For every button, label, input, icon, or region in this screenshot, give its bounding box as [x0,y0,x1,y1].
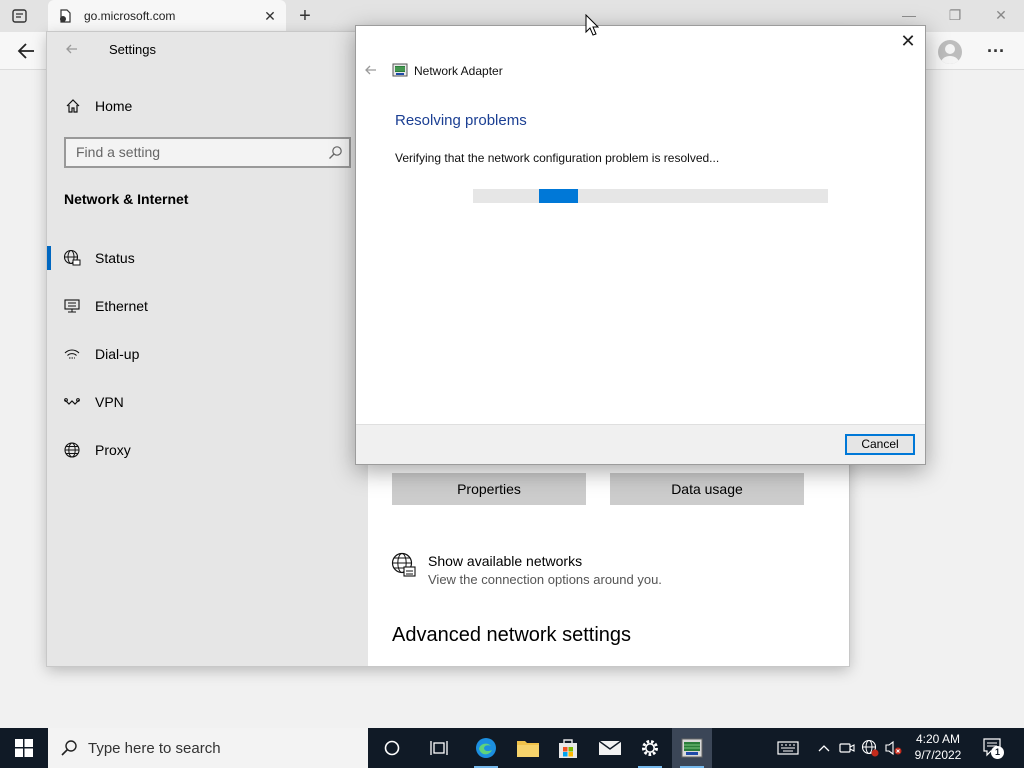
vpn-icon [63,393,81,411]
section-title: Network & Internet [64,191,189,207]
new-tab-button[interactable]: + [294,5,316,27]
cortana-button[interactable] [372,728,412,768]
taskbar-clock[interactable]: 4:20 AM 9/7/2022 [906,731,970,765]
profile-avatar[interactable] [938,40,962,64]
sidebar-item-proxy[interactable]: Proxy [47,433,368,467]
sidebar-item-dial-up[interactable]: Dial-up [47,337,368,371]
network-adapter-icon [681,738,703,758]
settings-gear-icon [642,740,658,756]
available-networks-icon [391,552,417,578]
chevron-up-icon[interactable] [815,739,833,757]
taskbar-app-store[interactable] [548,728,588,768]
settings-home-link[interactable]: Home [47,92,368,120]
dialog-app-title: Network Adapter [414,64,503,78]
settings-title: Settings [109,42,156,57]
windows-logo-icon [15,739,33,757]
folder-icon [517,741,539,757]
dialog-close-icon[interactable]: ✕ [899,32,917,50]
dialog-heading: Resolving problems [395,112,527,129]
window-restore-button[interactable]: ❐ [944,6,966,24]
sidebar-item-label: Dial-up [95,346,140,362]
sidebar-item-label: VPN [95,394,124,410]
ethernet-icon [63,297,81,315]
taskbar: Type here to search 4:20 AM 9/7/2022 1 [0,728,1024,768]
taskbar-app-settings[interactable] [630,728,670,768]
task-view-icon [430,741,448,755]
meet-now-icon[interactable] [838,739,856,757]
taskbar-app-edge[interactable] [466,728,506,768]
window-close-button[interactable]: ✕ [990,6,1012,24]
progress-indicator [539,189,578,203]
globe-status-icon [63,249,81,267]
sidebar-item-status[interactable]: Status [47,241,368,275]
properties-button[interactable]: Properties [392,473,586,505]
search-icon [328,145,343,160]
page-favicon-icon [58,9,72,23]
sidebar-item-label: Ethernet [95,298,148,314]
network-adapter-icon [392,62,408,78]
cortana-circle-icon [384,740,400,756]
volume-muted-icon[interactable] [884,739,902,757]
browser-more-menu-button[interactable]: ··· [984,40,1008,64]
mail-envelope-icon [598,740,622,755]
taskbar-search-placeholder: Type here to search [88,740,221,757]
taskbar-app-troubleshooter[interactable] [672,728,712,768]
sidebar-item-label: Proxy [95,442,131,458]
globe-icon [63,441,81,459]
task-view-button[interactable] [420,728,460,768]
sidebar-item-ethernet[interactable]: Ethernet [47,289,368,323]
home-label: Home [95,98,133,114]
network-status-icon[interactable] [861,739,879,757]
troubleshooter-dialog: ✕ Network Adapter Resolving problems Ver… [355,25,926,465]
start-button[interactable] [0,728,48,768]
dialog-back-icon [364,63,380,79]
tab-actions-menu-icon[interactable] [8,6,32,26]
sidebar-item-label: Status [95,250,135,266]
show-networks-link[interactable]: Show available networks [428,553,582,569]
tab-close-icon[interactable]: ✕ [262,8,278,24]
store-bag-icon [559,739,577,758]
cancel-button[interactable]: Cancel [845,434,915,455]
dialog-footer: Cancel [356,424,925,464]
sidebar-item-vpn[interactable]: VPN [47,385,368,419]
mouse-cursor-icon [585,13,600,36]
edge-icon [476,738,496,758]
taskbar-search-box[interactable]: Type here to search [48,728,368,768]
settings-back-icon[interactable] [65,42,81,58]
taskbar-app-mail[interactable] [590,728,630,768]
dialog-status-text: Verifying that the network configuration… [395,151,720,165]
clock-time: 4:20 AM [915,732,961,746]
show-networks-description: View the connection options around you. [428,572,662,587]
tab-title: go.microsoft.com [84,9,176,23]
search-placeholder: Find a setting [76,144,161,160]
notification-count-badge: 1 [991,746,1004,759]
browser-tab[interactable]: go.microsoft.com ✕ [48,0,286,32]
search-icon [60,739,78,757]
window-minimize-button[interactable]: — [898,6,920,24]
home-icon [65,98,81,114]
data-usage-button[interactable]: Data usage [610,473,804,505]
settings-search-input[interactable]: Find a setting [64,137,351,168]
progress-bar [473,189,828,203]
taskbar-app-file-explorer[interactable] [508,728,548,768]
settings-sidebar: Settings Home Find a setting Network & I… [47,32,368,666]
action-center-button[interactable]: 1 [982,737,1004,759]
clock-date: 9/7/2022 [914,748,962,762]
keyboard-layout-icon[interactable] [776,739,800,757]
dialup-icon [63,345,81,363]
advanced-settings-heading: Advanced network settings [392,624,632,646]
browser-back-button[interactable] [14,39,40,63]
